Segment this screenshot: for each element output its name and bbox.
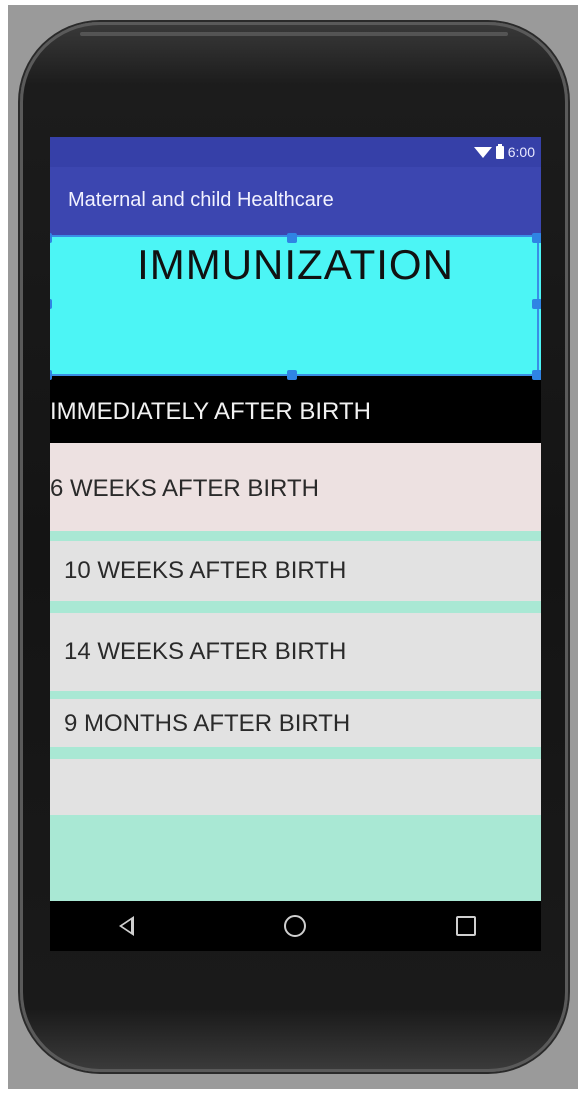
resize-handle-right[interactable] <box>532 299 541 309</box>
status-icons: 6:00 <box>473 143 535 160</box>
resize-handle-left[interactable] <box>50 299 52 309</box>
status-time: 6:00 <box>507 144 535 160</box>
resize-handle-bottom[interactable] <box>287 370 297 380</box>
home-icon[interactable] <box>284 915 306 937</box>
schedule-item-immediately[interactable]: IMMEDIATELY AFTER BIRTH <box>50 381 541 443</box>
app-title: Maternal and child Healthcare <box>68 189 334 211</box>
schedule-item-label: 9 MONTHS AFTER BIRTH <box>64 710 351 737</box>
device-screen: 6:00 Maternal and child Healthcare IMMUN… <box>50 137 541 951</box>
resize-handle-top-left[interactable] <box>50 233 52 243</box>
schedule-item-9-months[interactable]: 9 MONTHS AFTER BIRTH <box>50 699 541 747</box>
wifi-icon <box>473 146 492 158</box>
phone-rim <box>80 32 508 36</box>
battery-icon <box>495 143 504 159</box>
schedule-item-14-weeks[interactable]: 14 WEEKS AFTER BIRTH <box>50 613 541 691</box>
schedule-item-label: 10 WEEKS AFTER BIRTH <box>64 557 347 584</box>
status-bar: 6:00 <box>50 137 541 167</box>
recents-icon[interactable] <box>456 916 476 936</box>
resize-handle-top-right[interactable] <box>532 233 541 243</box>
schedule-item-label: IMMEDIATELY AFTER BIRTH <box>50 398 371 425</box>
schedule-item-10-weeks[interactable]: 10 WEEKS AFTER BIRTH <box>50 541 541 601</box>
back-icon[interactable] <box>119 916 134 936</box>
selection-outline <box>50 235 539 376</box>
resize-handle-bottom-left[interactable] <box>50 370 52 380</box>
schedule-item-label: 14 WEEKS AFTER BIRTH <box>64 638 347 665</box>
schedule-list: 6 WEEKS AFTER BIRTH 10 WEEKS AFTER BIRTH… <box>50 443 541 901</box>
resize-handle-top[interactable] <box>287 233 297 243</box>
app-bar: Maternal and child Healthcare <box>50 167 541 237</box>
navigation-bar <box>50 901 541 951</box>
schedule-item-6-weeks[interactable]: 6 WEEKS AFTER BIRTH <box>50 443 541 531</box>
resize-handle-bottom-right[interactable] <box>532 370 541 380</box>
schedule-item-empty[interactable] <box>50 759 541 815</box>
schedule-item-label: 6 WEEKS AFTER BIRTH <box>50 475 319 502</box>
